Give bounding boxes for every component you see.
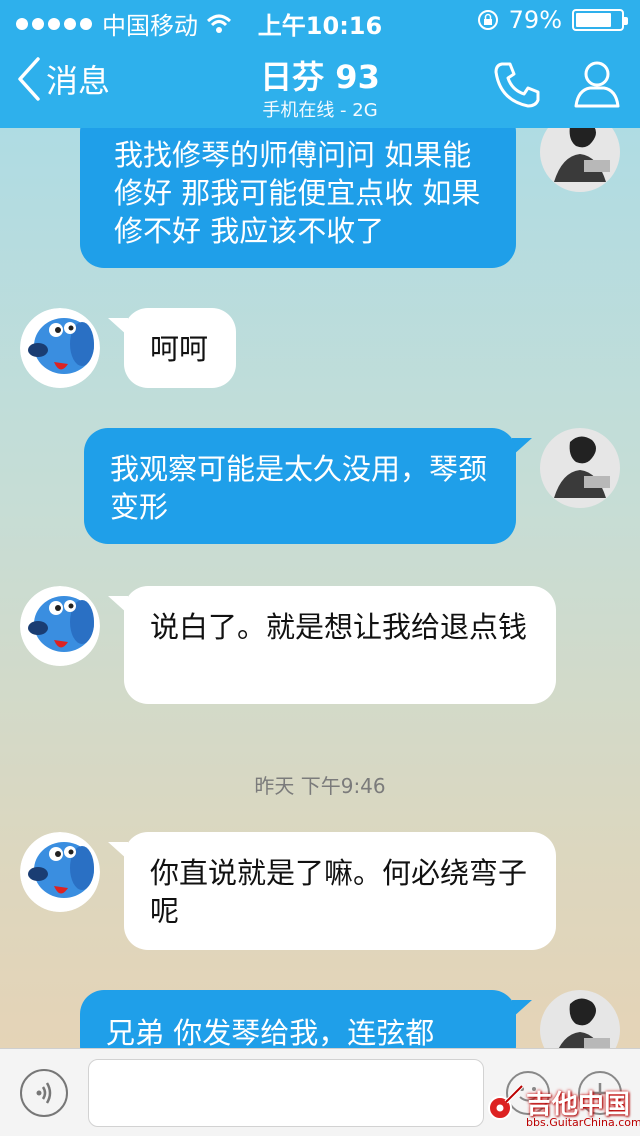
watermark-title: 吉他中国 [526, 1089, 631, 1120]
message-input[interactable] [88, 1059, 484, 1127]
status-bar: 中国移动 上午10:16 79% [0, 0, 640, 40]
message-text: 你直说就是了嘛。何必绕弯子呢 [150, 856, 528, 928]
conversation-timestamp: 昨天 下午9:46 [254, 774, 386, 798]
voice-wave-icon [36, 1082, 52, 1104]
watermark-url: bbs.GuitarChina.com [526, 1116, 640, 1129]
message-bubble[interactable]: 你直说就是了嘛。何必绕弯子呢 [124, 832, 556, 950]
chat-subtitle: 手机在线 - 2G [262, 100, 378, 121]
avatar-self[interactable] [540, 428, 620, 508]
message-text: 说白了。就是想让我给退点钱 [150, 610, 528, 644]
blue-dog-icon [20, 308, 100, 388]
profile-button[interactable] [572, 58, 622, 114]
message-bubble[interactable]: 我找修琴的师傅问问 如果能修好 那我可能便宜点收 如果修不好 我应该不收了 [80, 108, 516, 268]
message-text: 我找修琴的师傅问问 如果能修好 那我可能便宜点收 如果修不好 我应该不收了 [114, 138, 481, 248]
message-bubble[interactable]: 我观察可能是太久没用，琴颈变形 [84, 428, 516, 544]
site-watermark: 吉他中国 bbs.GuitarChina.com [486, 1082, 640, 1129]
blue-dog-icon [20, 586, 100, 666]
battery-fill [576, 13, 611, 27]
phone-icon [494, 62, 540, 108]
chat-header: 中国移动 上午10:16 79% 消息 日芬 93 手机在线 - 2G [0, 0, 640, 128]
voice-button[interactable] [20, 1069, 68, 1117]
message-text: 我观察可能是太久没用，琴颈变形 [110, 452, 488, 524]
rotation-lock-icon [477, 10, 498, 30]
avatar-contact[interactable] [20, 586, 100, 666]
message-bubble[interactable]: 说白了。就是想让我给退点钱 [124, 586, 556, 704]
battery-icon [572, 9, 628, 31]
guitar-logo-icon [488, 1084, 524, 1120]
message-text: 呵呵 [150, 332, 209, 366]
call-button[interactable] [492, 60, 542, 114]
message-bubble[interactable]: 呵呵 [124, 308, 236, 388]
battery-percent: 79% [508, 6, 562, 34]
person-photo-icon [540, 428, 620, 508]
message-text: 兄弟 你发琴给我，连弦都 [106, 1016, 435, 1050]
status-right: 79% [477, 6, 628, 34]
avatar-contact[interactable] [20, 832, 100, 912]
person-icon [574, 61, 620, 108]
avatar-contact[interactable] [20, 308, 100, 388]
blue-dog-icon [20, 832, 100, 912]
chat-title: 日芬 93 [260, 58, 380, 96]
